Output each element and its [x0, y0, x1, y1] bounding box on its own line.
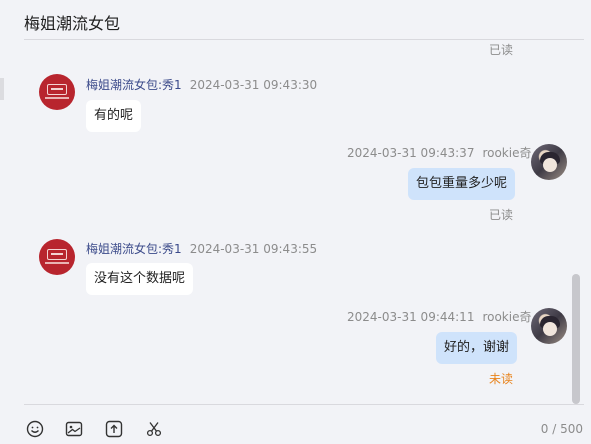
chat-title: 梅姐潮流女包	[24, 14, 121, 33]
shop-avatar[interactable]	[39, 74, 75, 110]
message-time: 2024-03-31 09:44:11	[347, 310, 475, 324]
sender-name: rookie奇	[482, 310, 532, 324]
chat-header: 梅姐潮流女包	[24, 0, 584, 40]
user-avatar[interactable]	[531, 144, 567, 180]
message-meta: 2024-03-31 09:44:11 rookie奇	[347, 308, 531, 325]
image-icon[interactable]	[63, 418, 85, 440]
unread-status: 未读	[489, 372, 514, 386]
char-counter: 0 / 500	[540, 422, 583, 436]
message-bubble: 没有这个数据呢	[86, 263, 194, 295]
message-bubble: 好的，谢谢	[436, 332, 518, 364]
scrollbar[interactable]	[572, 274, 580, 404]
emoji-icon[interactable]	[24, 418, 46, 440]
message-bubble: 包包重量多少呢	[408, 168, 516, 200]
message-time: 2024-03-31 09:43:55	[189, 242, 318, 256]
message-meta: 2024-03-31 09:43:37 rookie奇	[347, 144, 531, 161]
message-time: 2024-03-31 09:43:30	[189, 78, 318, 92]
message-list: 已读 梅姐潮流女包:秀1 2024-03-31 09:43:30 有的呢 2024…	[0, 40, 591, 404]
user-avatar[interactable]	[531, 308, 567, 344]
message-meta: 梅姐潮流女包:秀1 2024-03-31 09:43:30	[86, 76, 317, 93]
read-status: 已读	[489, 43, 514, 57]
read-status: 已读	[489, 208, 514, 222]
sender-name: rookie奇	[482, 146, 532, 160]
sender-name: 梅姐潮流女包:秀1	[86, 242, 182, 256]
message-meta: 梅姐潮流女包:秀1 2024-03-31 09:43:55	[86, 240, 317, 257]
sender-name: 梅姐潮流女包:秀1	[86, 78, 182, 92]
shop-avatar[interactable]	[39, 239, 75, 275]
message-bubble: 有的呢	[86, 100, 142, 132]
input-divider	[24, 404, 584, 405]
upload-icon[interactable]	[103, 418, 125, 440]
scissors-icon[interactable]	[143, 418, 165, 440]
message-time: 2024-03-31 09:43:37	[347, 146, 475, 160]
